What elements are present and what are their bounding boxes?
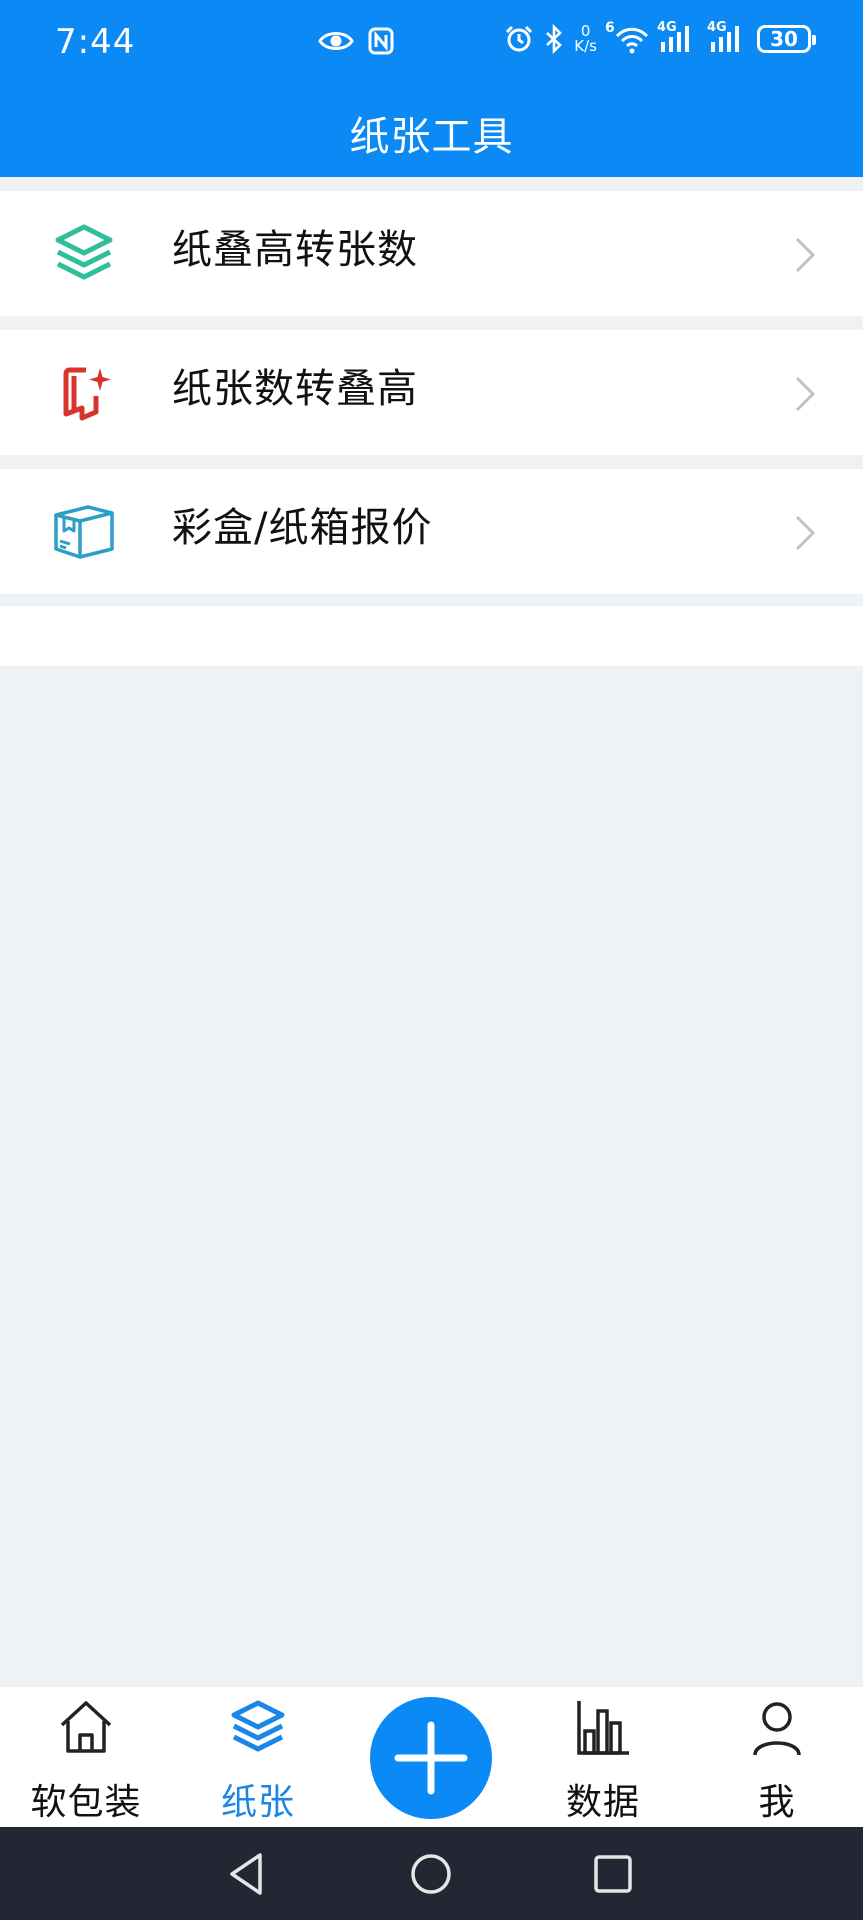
app-header: 7:44 0 K/s 6 4G 4G 30 纸张工具 [0,0,863,177]
tab-label: 纸张 [220,1782,295,1823]
person-icon [753,1702,801,1756]
tab-label: 数据 [565,1782,640,1823]
tool-item-label: 纸张数转叠高 [172,366,418,412]
tool-item-label: 纸叠高转张数 [172,227,418,273]
alarm-icon [506,25,533,52]
tool-item-stack-to-sheets[interactable]: 纸叠高转张数 [0,191,863,316]
bar-chart-icon [577,1701,629,1755]
nfc-icon [368,27,394,55]
tab-soft-packaging[interactable]: 软包装 [16,1687,156,1827]
layers-icon [55,224,113,280]
recents-icon[interactable] [588,1849,638,1899]
back-icon[interactable] [222,1849,272,1899]
battery-level: 30 [770,27,798,51]
battery-indicator: 30 [757,25,816,53]
plus-icon [394,1721,468,1795]
convert-sparkle-icon [63,367,111,421]
network-type-1: 4G [657,20,677,35]
status-time: 7:44 [55,22,136,62]
status-left-icons [318,27,394,55]
eye-icon [318,32,354,50]
tab-label: 我 [758,1782,796,1823]
wifi-icon [615,27,649,54]
tab-paper[interactable]: 纸张 [188,1687,328,1827]
box-icon [54,505,114,559]
tool-item-sheets-to-stack[interactable]: 纸张数转叠高 [0,330,863,455]
wifi-status: 6 [605,20,649,54]
layers-icon [231,1700,285,1752]
system-nav-bar [0,1827,863,1920]
tool-list: 纸叠高转张数 纸张数转叠高 彩盒/纸箱报价 [0,191,863,608]
tab-data[interactable]: 数据 [533,1687,673,1827]
signal-status-2: 4G [707,20,747,54]
add-button[interactable] [370,1697,492,1819]
page-title: 纸张工具 [349,114,514,160]
tool-item-box-quote[interactable]: 彩盒/纸箱报价 [0,469,863,594]
status-right-icons: 0 K/s 6 4G 4G 30 [504,20,816,54]
chevron-right-icon [795,515,816,551]
wifi-badge: 6 [605,20,615,36]
tab-me[interactable]: 我 [707,1687,847,1827]
home-icon [60,1701,112,1753]
network-type-2: 4G [707,20,727,35]
list-footer-blank [0,606,863,666]
network-speed-unit: K/s [574,37,597,55]
network-speed: 0 K/s [574,24,597,54]
bluetooth-icon [546,24,563,54]
chevron-right-icon [795,376,816,412]
chevron-right-icon [795,237,816,273]
home-circle-icon[interactable] [406,1849,456,1899]
tab-label: 软包装 [30,1782,142,1823]
status-bar: 7:44 0 K/s 6 4G 4G 30 [0,0,863,90]
signal-status-1: 4G [657,20,697,54]
tool-item-label: 彩盒/纸箱报价 [172,505,433,551]
